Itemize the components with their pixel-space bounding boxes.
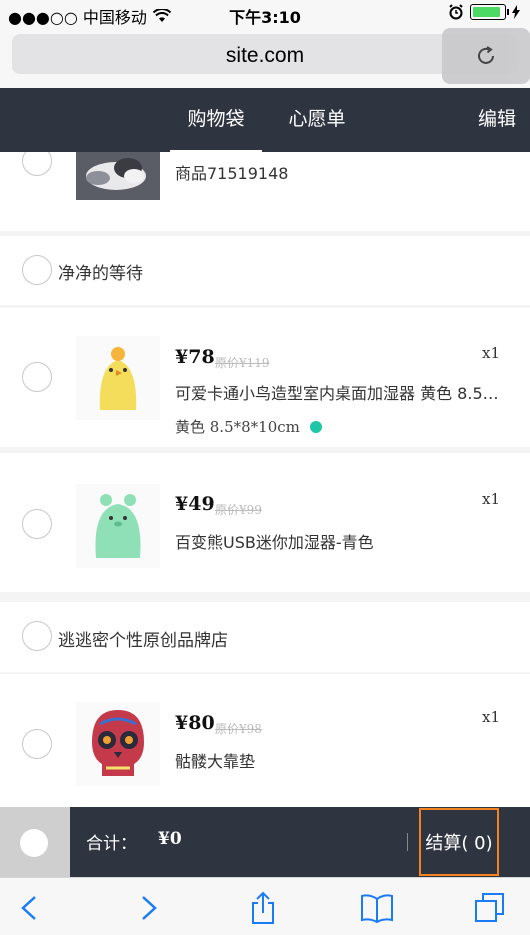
edit-button[interactable]: 编辑	[478, 88, 516, 152]
item-thumbnail-bear-humidifier[interactable]	[76, 484, 160, 568]
forward-icon	[142, 896, 157, 920]
divider	[407, 833, 408, 851]
shop-header: 逃逃密个性原创品牌店	[0, 602, 530, 672]
spec-color-dot	[309, 420, 322, 433]
item-quantity: x1	[481, 708, 500, 726]
item-quantity: x1	[481, 344, 500, 362]
browser-address-bar: site.com	[0, 28, 530, 88]
tab-wishlist[interactable]: 心愿单	[262, 88, 372, 152]
item-spec[interactable]: 黄色 8.5*8*10cm	[175, 416, 322, 437]
item-name[interactable]: 骷髅大靠垫	[175, 748, 505, 772]
item-price: ¥78	[175, 346, 215, 368]
shop-name[interactable]: 逃逃密个性原创品牌店	[58, 626, 228, 651]
share-button[interactable]	[243, 888, 283, 928]
checkout-button[interactable]: 结算( 0)	[419, 808, 499, 876]
skull-cushion-image	[76, 702, 160, 786]
item-original-price: 原价¥98	[215, 722, 262, 736]
item-price: ¥80	[175, 712, 215, 734]
back-button[interactable]	[10, 888, 50, 928]
bookmarks-button[interactable]	[357, 888, 397, 928]
shop-checkbox[interactable]	[22, 255, 52, 285]
item-name[interactable]: 百变熊USB迷你加湿器-青色	[175, 529, 505, 553]
shop-name[interactable]: 净净的等待	[58, 259, 143, 284]
shop-checkbox[interactable]	[22, 621, 52, 651]
item-original-price: 原价¥119	[215, 356, 270, 370]
tab-shopping-bag[interactable]: 购物袋	[170, 88, 262, 152]
item-thumbnail-husky[interactable]	[76, 152, 160, 200]
select-all-checkbox[interactable]	[20, 829, 48, 857]
bear-humidifier-image	[76, 484, 160, 568]
cart-item: 商品71519148	[0, 152, 530, 231]
tab-shopping-bag-label: 购物袋	[187, 108, 245, 130]
browser-toolbar	[0, 877, 530, 935]
reload-icon	[478, 46, 494, 64]
bird-humidifier-image	[76, 336, 160, 420]
item-price: ¥49	[175, 493, 215, 515]
bookmarks-icon	[361, 894, 393, 924]
select-all-area[interactable]	[0, 807, 70, 877]
charging-icon	[512, 5, 520, 19]
total-label: 合计：	[86, 834, 137, 854]
cart-item: ¥49 原价¥99 x1 百变熊USB迷你加湿器-青色	[0, 453, 530, 592]
shop-header: 净净的等待	[0, 236, 530, 305]
item-checkbox[interactable]	[22, 509, 52, 539]
cart-item: ¥80 原价¥98 x1 骷髅大靠垫	[0, 674, 530, 807]
item-thumbnail-bird-humidifier[interactable]	[76, 336, 160, 420]
cart-nav-bar: 购物袋 心愿单 编辑	[0, 88, 530, 152]
item-checkbox[interactable]	[22, 152, 52, 176]
item-original-price: 原价¥99	[215, 503, 262, 517]
status-right	[448, 4, 520, 20]
tab-wishlist-label: 心愿单	[288, 108, 346, 130]
forward-button[interactable]	[128, 888, 168, 928]
item-quantity: x1	[481, 490, 500, 508]
alarm-icon	[449, 4, 463, 20]
checkout-bar: 合计： ¥0 结算( 0)	[0, 807, 530, 877]
total-value: ¥0	[158, 829, 182, 849]
status-bar: ●●●○○ 中国移动 下午3:10	[0, 0, 530, 28]
item-thumbnail-skull-cushion[interactable]	[76, 702, 160, 786]
tabs-button[interactable]	[470, 888, 510, 928]
cart-item: ¥78 原价¥119 x1 可爱卡通小鸟造型室内桌面加湿器 黄色 8.5*8*1…	[0, 308, 530, 447]
reload-button[interactable]	[442, 28, 530, 84]
back-icon	[21, 896, 36, 920]
item-name[interactable]: 可爱卡通小鸟造型室内桌面加湿器 黄色 8.5*8*10cm	[175, 380, 505, 404]
husky-image	[76, 152, 160, 200]
item-name: 商品71519148	[175, 164, 289, 183]
item-checkbox[interactable]	[22, 362, 52, 392]
item-spec-text: 黄色 8.5*8*10cm	[175, 418, 300, 436]
cart-list[interactable]: 商品71519148 净净的等待 ¥78 原价¥119 x1 可爱卡通小鸟造型室…	[0, 152, 530, 807]
tabs-icon	[475, 893, 504, 922]
item-checkbox[interactable]	[22, 729, 52, 759]
share-icon	[252, 891, 274, 924]
battery-icon	[470, 4, 509, 20]
